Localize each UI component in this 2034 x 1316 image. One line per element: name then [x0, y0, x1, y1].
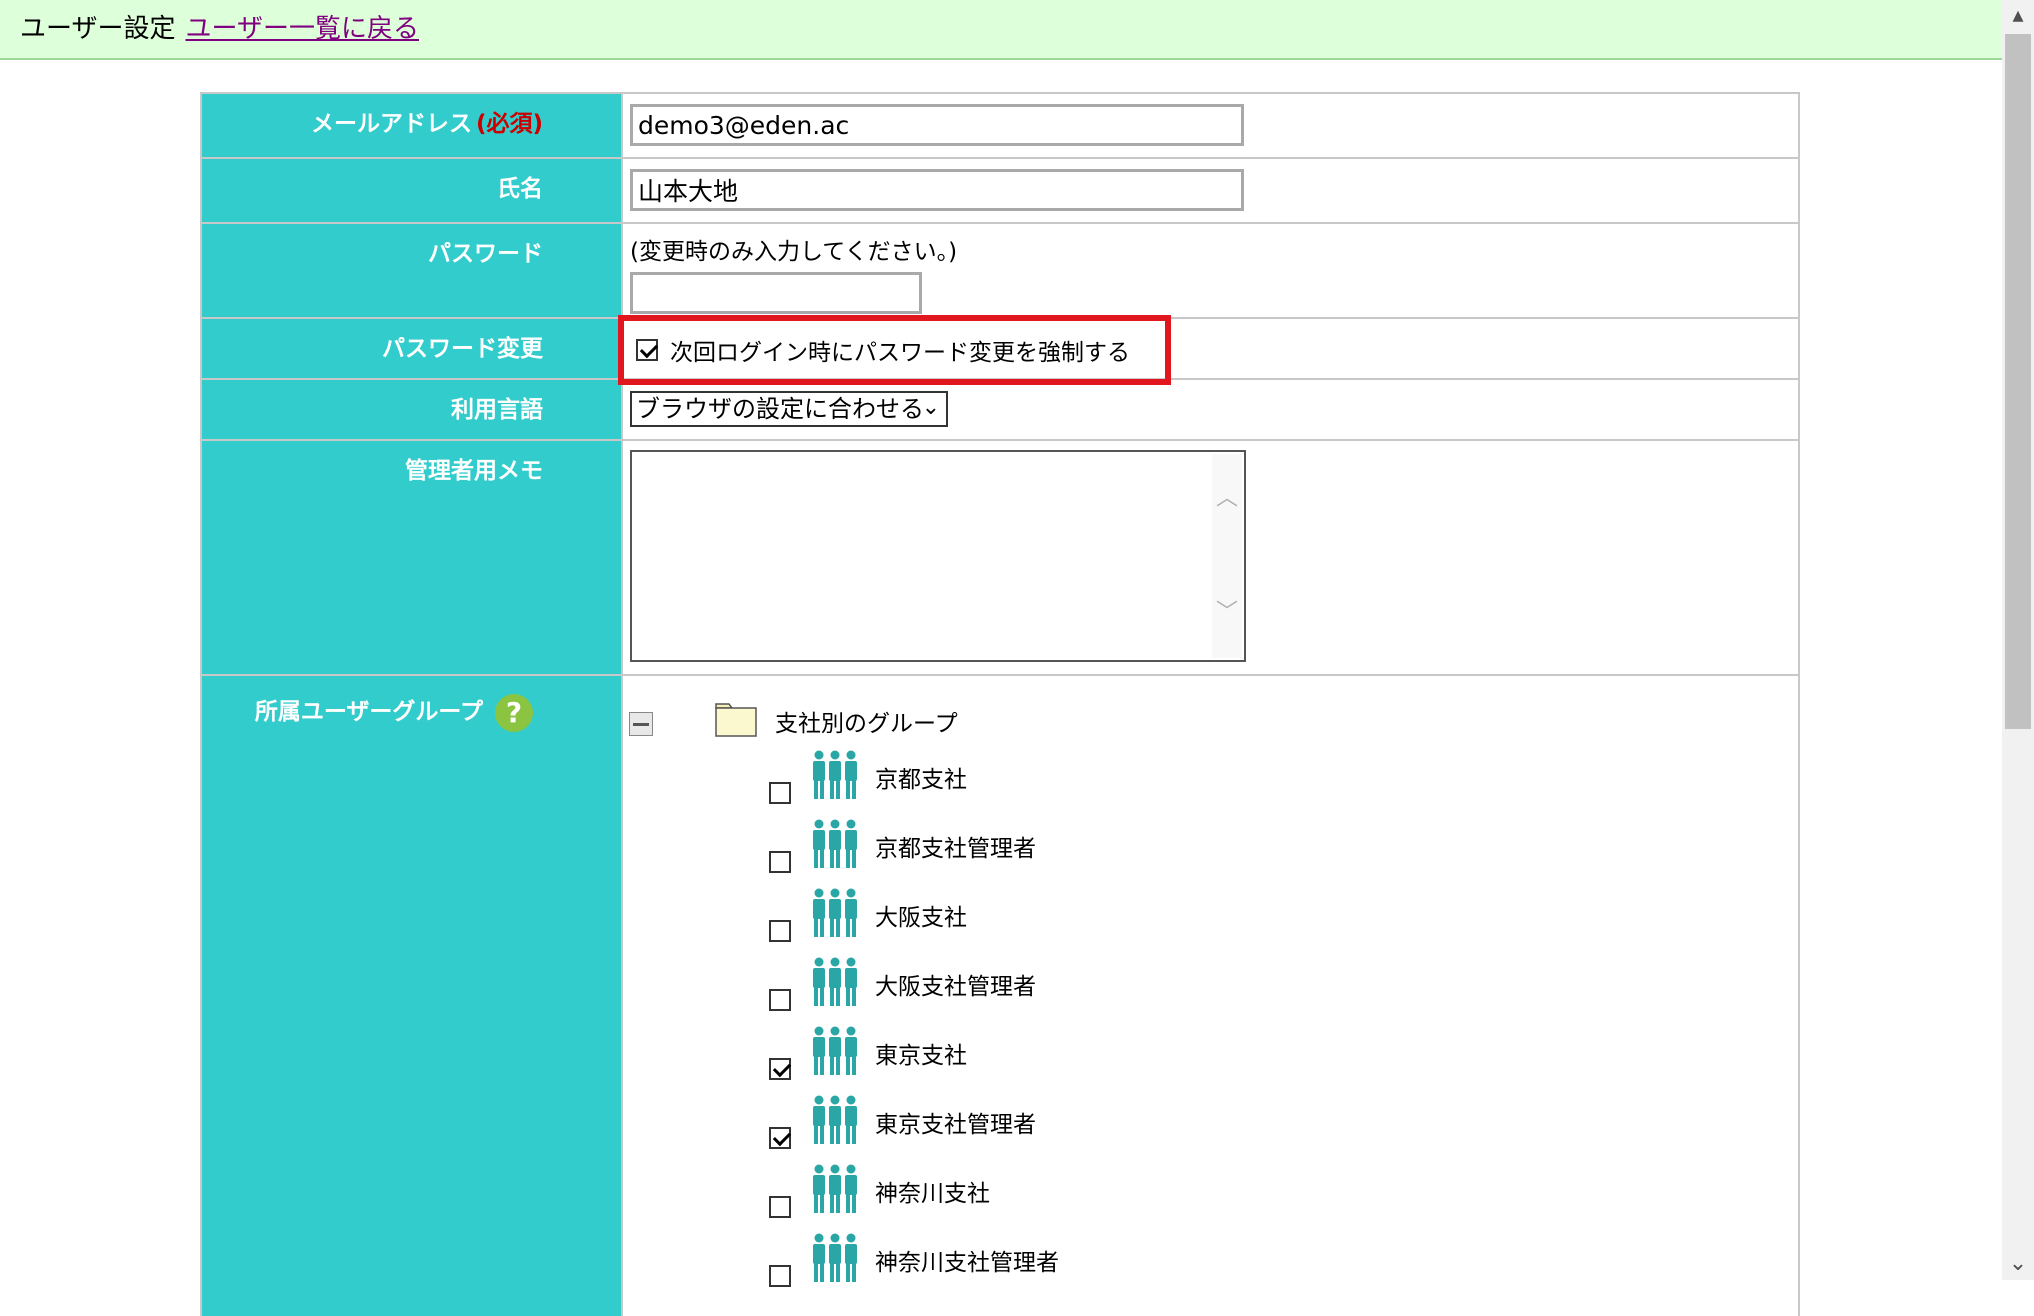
memo-scroll-down-icon[interactable]: ﹀: [1212, 594, 1242, 626]
language-selected-value: ブラウザの設定に合わせる: [636, 395, 924, 423]
back-to-user-list-link[interactable]: ユーザー一覧に戻る: [185, 14, 418, 44]
password-input[interactable]: [630, 272, 922, 314]
memo-row: 管理者用メモ ︿ ﹀: [202, 441, 1798, 676]
help-icon[interactable]: ?: [495, 693, 533, 732]
page-scrollbar[interactable]: ▴ ⌄: [2002, 0, 2034, 1280]
user-group-icon: [813, 1026, 857, 1075]
group-checkbox[interactable]: [769, 1127, 791, 1149]
password-change-label: パスワード変更: [202, 319, 623, 378]
password-row: パスワード (変更時のみ入力してください。): [202, 224, 1798, 319]
group-name: 大阪支社: [875, 905, 967, 931]
group-checkbox[interactable]: [769, 1058, 791, 1080]
force-password-change-highlight: 次回ログイン時にパスワード変更を強制する: [618, 315, 1171, 385]
email-input[interactable]: [630, 104, 1244, 146]
folder-icon: [715, 703, 757, 737]
group-item: 神奈川支社管理者: [623, 1225, 1798, 1294]
email-row: メールアドレス (必須): [202, 94, 1798, 159]
group-name: 大阪支社管理者: [875, 974, 1036, 1000]
password-change-row: パスワード変更 次回ログイン時にパスワード変更を強制する: [202, 315, 1798, 385]
scroll-down-icon[interactable]: ⌄: [2002, 1248, 2034, 1280]
name-row: 氏名: [202, 159, 1798, 224]
scroll-up-icon[interactable]: ▴: [2002, 0, 2034, 32]
user-group-icon: [813, 750, 857, 799]
user-group-icon: [813, 957, 857, 1006]
required-mark: (必須): [475, 111, 543, 137]
group-item: 大阪支社管理者: [623, 949, 1798, 1018]
language-label: 利用言語: [202, 380, 623, 439]
groups-row: 所属ユーザーグループ? 支社別のグループ 京都支社京都支社管理者 大阪支社大阪支社…: [202, 676, 1798, 1316]
password-hint: (変更時のみ入力してください。): [630, 239, 958, 265]
groups-label: 所属ユーザーグループ?: [202, 676, 623, 1316]
group-item: 京都支社: [623, 742, 1798, 811]
group-checkbox[interactable]: [769, 782, 791, 804]
page-title: ユーザー設定: [20, 14, 176, 44]
name-label: 氏名: [202, 159, 623, 222]
group-name: 京都支社: [875, 767, 967, 793]
name-input[interactable]: [630, 169, 1244, 211]
force-password-change-text: 次回ログイン時にパスワード変更を強制する: [670, 340, 1130, 366]
email-label: メールアドレス (必須): [202, 94, 623, 157]
page-header: ユーザー設定 ユーザー一覧に戻る: [0, 0, 2002, 60]
group-checkbox[interactable]: [769, 1196, 791, 1218]
group-item: 東京支社管理者: [623, 1087, 1798, 1156]
memo-label: 管理者用メモ: [202, 441, 623, 674]
memo-scroll-up-icon[interactable]: ︿: [1212, 480, 1242, 512]
group-name: 東京支社管理者: [875, 1112, 1036, 1138]
group-checkbox[interactable]: [769, 989, 791, 1011]
memo-scrollbar[interactable]: ︿ ﹀: [1212, 454, 1242, 658]
group-name: 東京支社: [875, 1043, 967, 1069]
group-tree-root: 支社別のグループ: [623, 686, 1798, 742]
email-label-text: メールアドレス: [310, 111, 472, 137]
memo-textarea[interactable]: ︿ ﹀: [630, 450, 1246, 662]
scrollbar-thumb[interactable]: [2005, 34, 2031, 729]
group-name: 神奈川支社: [875, 1181, 990, 1207]
group-checkbox[interactable]: [769, 920, 791, 942]
group-root-label: 支社別のグループ: [775, 711, 958, 737]
user-settings-form: メールアドレス(必須) 氏名 パスワード (変更時のみ入力してください。) パス…: [200, 92, 1800, 1316]
password-label: パスワード: [202, 224, 623, 317]
language-row: 利用言語 ブラウザの設定に合わせる ⌄: [202, 380, 1798, 441]
collapse-icon[interactable]: [629, 712, 653, 736]
force-password-change-checkbox[interactable]: [636, 339, 658, 361]
user-group-icon: [813, 1233, 857, 1282]
group-item: 大阪支社: [623, 880, 1798, 949]
language-select[interactable]: ブラウザの設定に合わせる ⌄: [630, 391, 948, 427]
group-checkbox[interactable]: [769, 851, 791, 873]
group-checkbox[interactable]: [769, 1265, 791, 1287]
user-group-icon: [813, 1164, 857, 1213]
user-group-icon: [813, 888, 857, 937]
group-item: 神奈川支社: [623, 1156, 1798, 1225]
user-group-icon: [813, 819, 857, 868]
chevron-down-icon: ⌄: [921, 395, 940, 420]
user-group-icon: [813, 1095, 857, 1144]
group-list: 京都支社京都支社管理者 大阪支社大阪支社管理者 東京支社東京支社管理者 神奈川支社神奈…: [623, 742, 1798, 1294]
group-item: 東京支社: [623, 1018, 1798, 1087]
group-name: 京都支社管理者: [875, 836, 1036, 862]
groups-label-text: 所属ユーザーグループ: [254, 699, 483, 725]
group-name: 神奈川支社管理者: [875, 1250, 1059, 1276]
group-item: 京都支社管理者: [623, 811, 1798, 880]
